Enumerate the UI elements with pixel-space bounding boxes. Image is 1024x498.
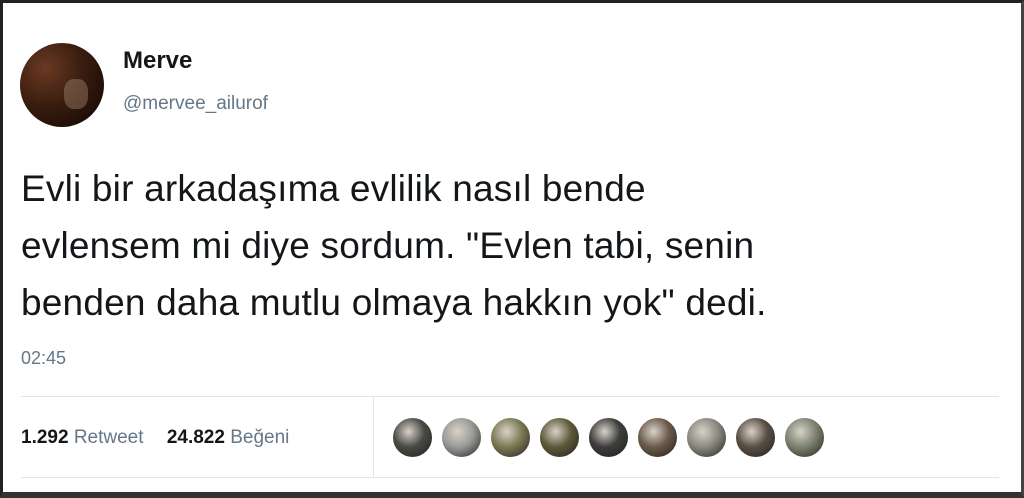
tweet-text-line: benden daha mutlu olmaya hakkın yok" ded…	[21, 282, 767, 323]
username[interactable]: @mervee_ailurof	[123, 93, 268, 115]
timestamp[interactable]: 02:45	[21, 348, 66, 369]
retweet-count[interactable]: 1.292 Retweet	[21, 427, 144, 449]
tweet-card: Merve @mervee_ailurof Evli bir arkadaşım…	[0, 0, 1024, 498]
divider	[21, 477, 999, 478]
liker-avatar[interactable]	[440, 416, 483, 459]
tweet-text: Evli bir arkadaşıma evlilik nasıl bende …	[21, 160, 1001, 331]
liker-avatars	[391, 416, 826, 459]
display-name[interactable]: Merve	[123, 47, 192, 75]
divider	[21, 396, 999, 397]
liker-avatar[interactable]	[636, 416, 679, 459]
tweet-text-line: evlensem mi diye sordum. "Evlen tabi, se…	[21, 225, 755, 266]
like-number: 24.822	[166, 427, 225, 448]
liker-avatar[interactable]	[734, 416, 777, 459]
liker-avatar[interactable]	[489, 416, 532, 459]
liker-avatar[interactable]	[538, 416, 581, 459]
stats-separator	[373, 396, 374, 477]
retweet-number: 1.292	[21, 427, 69, 448]
tweet-text-line: Evli bir arkadaşıma evlilik nasıl bende	[21, 168, 646, 209]
tweet-stats: 1.292 Retweet 24.822 Beğeni	[21, 427, 289, 449]
retweet-label: Retweet	[73, 427, 144, 448]
liker-avatar[interactable]	[391, 416, 434, 459]
avatar[interactable]	[20, 43, 104, 127]
like-label: Beğeni	[230, 427, 290, 448]
liker-avatar[interactable]	[783, 416, 826, 459]
liker-avatar[interactable]	[587, 416, 630, 459]
liker-avatar[interactable]	[685, 416, 728, 459]
like-count[interactable]: 24.822 Beğeni	[167, 427, 290, 449]
